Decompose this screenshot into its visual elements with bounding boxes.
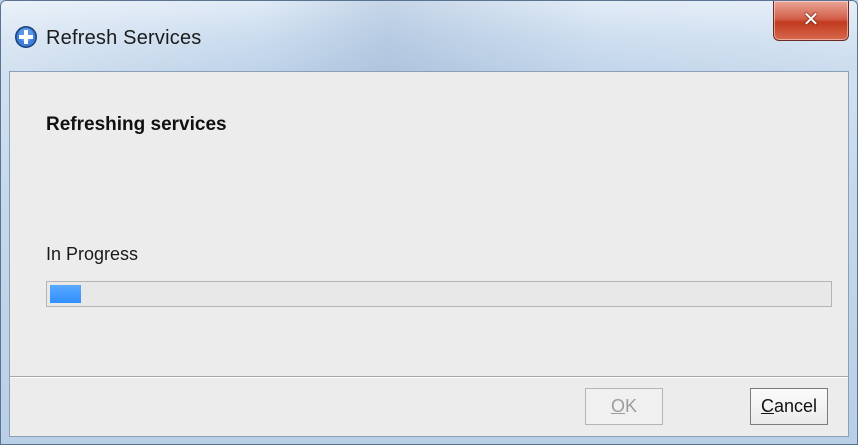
cancel-button-label: ancel <box>773 396 818 416</box>
ok-button-mnemonic: O <box>610 396 625 416</box>
progress-bar <box>46 281 832 307</box>
close-icon: ✕ <box>802 7 820 31</box>
refresh-services-dialog: Refresh Services ✕ Refreshing services I… <box>0 0 858 445</box>
ok-button-label: K <box>625 396 638 416</box>
ok-button[interactable]: OK <box>585 388 663 425</box>
title-bar[interactable]: Refresh Services ✕ <box>1 1 857 71</box>
dialog-heading: Refreshing services <box>46 114 227 135</box>
close-button[interactable]: ✕ <box>773 1 849 41</box>
cancel-button[interactable]: Cancel <box>750 388 828 425</box>
button-separator <box>10 376 848 378</box>
app-icon <box>14 25 38 49</box>
progress-bar-fill <box>50 285 81 303</box>
window-title: Refresh Services <box>46 27 202 49</box>
cancel-button-mnemonic: C <box>760 396 774 416</box>
dialog-body: Refreshing services In Progress OK Cance… <box>9 71 849 437</box>
progress-status-label: In Progress <box>46 244 139 264</box>
